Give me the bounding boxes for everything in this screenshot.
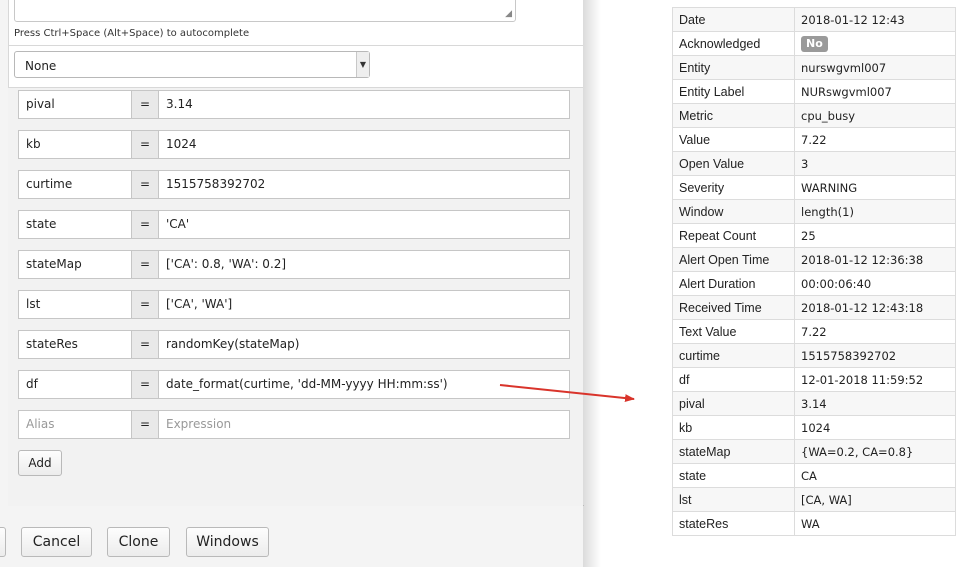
arrow-line bbox=[499, 384, 635, 403]
arrow-annotation bbox=[499, 384, 635, 403]
